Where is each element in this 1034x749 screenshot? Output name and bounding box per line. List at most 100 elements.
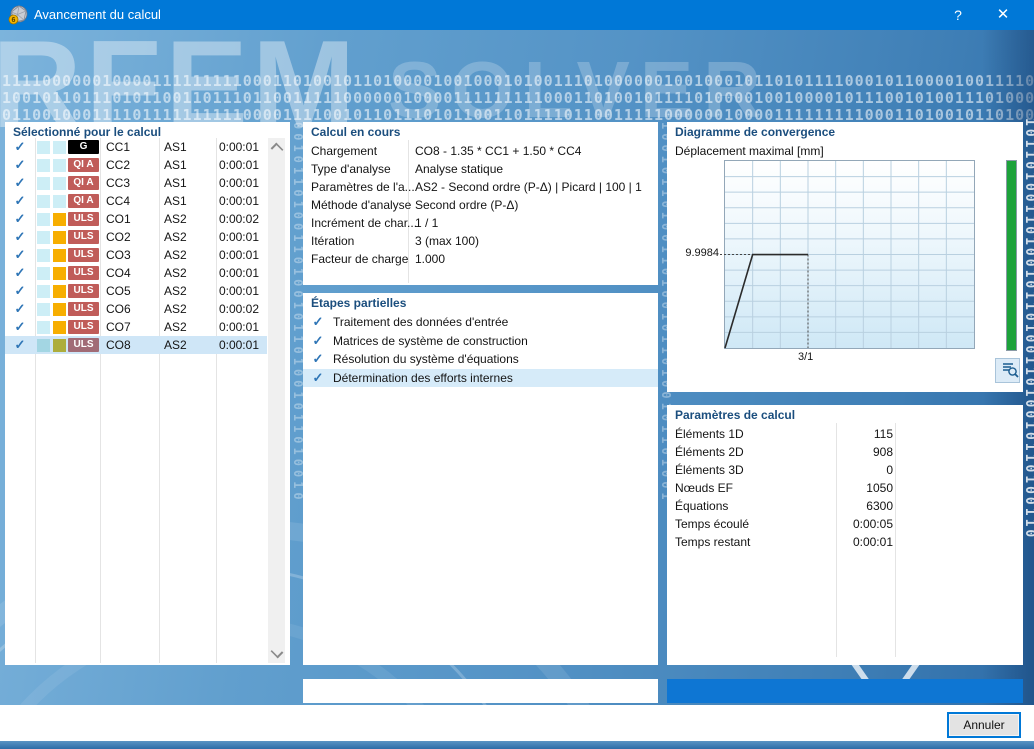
info-value: Analyse statique bbox=[415, 162, 504, 176]
parameter-value: 908 bbox=[872, 445, 893, 459]
step-label: Matrices de système de construction bbox=[333, 333, 528, 348]
list-row[interactable]: ✓ ULS CO5 AS2 0:00:01 bbox=[5, 282, 267, 300]
color-swatch bbox=[37, 285, 50, 298]
parameter-label: Temps restant bbox=[675, 535, 751, 549]
step-row: ✓ Détermination des efforts internes bbox=[303, 368, 658, 387]
list-row[interactable]: ✓ ULS CO2 AS2 0:00:01 bbox=[5, 228, 267, 246]
parameter-label: Temps écoulé bbox=[675, 517, 750, 531]
step-label: Résolution du système d'équations bbox=[333, 352, 519, 366]
analysis-setting: AS2 bbox=[164, 212, 187, 226]
elapsed-time: 0:00:01 bbox=[218, 194, 259, 208]
info-label: Type d'analyse bbox=[311, 162, 391, 176]
check-icon: ✓ bbox=[14, 229, 26, 244]
panel-title: Calcul en cours bbox=[311, 125, 401, 139]
case-name: CO6 bbox=[106, 302, 131, 316]
panel-title: Paramètres de calcul bbox=[675, 408, 796, 422]
list-row[interactable]: ✓ ULS CO8 AS2 0:00:01 bbox=[5, 336, 267, 354]
list-row[interactable]: ✓ ULS CO7 AS2 0:00:01 bbox=[5, 318, 267, 336]
analysis-setting: AS2 bbox=[164, 338, 187, 352]
case-name: CO3 bbox=[106, 248, 131, 262]
chevron-down-icon[interactable] bbox=[270, 645, 284, 659]
list-row[interactable]: ✓ QI A CC4 AS1 0:00:01 bbox=[5, 192, 267, 210]
list-row[interactable]: ✓ ULS CO6 AS2 0:00:02 bbox=[5, 300, 267, 318]
info-row: Incrément de char... 1 / 1 bbox=[303, 214, 658, 232]
elapsed-time: 0:00:02 bbox=[218, 302, 259, 316]
parameter-row: Temps restant 0:00:01 bbox=[667, 533, 1023, 551]
progress-fill bbox=[667, 679, 1023, 703]
load-type-badge: ULS bbox=[68, 212, 99, 226]
cancel-button[interactable]: Annuler bbox=[947, 712, 1021, 738]
close-button[interactable]: ✕ bbox=[983, 0, 1023, 30]
case-name: CC4 bbox=[106, 194, 131, 208]
color-swatch bbox=[37, 213, 50, 226]
panel-title: Sélectionné pour le calcul bbox=[13, 125, 162, 139]
color-swatch bbox=[37, 249, 50, 262]
list-row[interactable]: ✓ G CC1 AS1 0:00:01 bbox=[5, 138, 267, 156]
list-row[interactable]: ✓ ULS CO4 AS2 0:00:01 bbox=[5, 264, 267, 282]
list-row[interactable]: ✓ ULS CO1 AS2 0:00:02 bbox=[5, 210, 267, 228]
check-icon: ✓ bbox=[14, 139, 26, 154]
analysis-setting: AS1 bbox=[164, 140, 187, 154]
check-icon: ✓ bbox=[14, 301, 26, 316]
info-row: Chargement CO8 - 1.35 * CC1 + 1.50 * CC4 bbox=[303, 142, 658, 160]
current-calculation-panel: Calcul en cours Chargement CO8 - 1.35 * C… bbox=[303, 122, 658, 285]
parameter-label: Éléments 2D bbox=[675, 445, 744, 459]
check-icon: ✓ bbox=[312, 351, 324, 366]
parameter-value: 6300 bbox=[866, 499, 893, 513]
list-row[interactable]: ✓ QI A CC3 AS1 0:00:01 bbox=[5, 174, 267, 192]
parameter-value: 0:00:05 bbox=[852, 517, 893, 531]
info-value: 3 (max 100) bbox=[415, 234, 480, 248]
load-type-badge: G bbox=[68, 140, 99, 154]
check-icon: ✓ bbox=[14, 157, 26, 172]
chart-zoom-button[interactable] bbox=[995, 358, 1020, 383]
case-name: CC2 bbox=[106, 158, 131, 172]
color-swatch bbox=[53, 339, 66, 352]
load-type-badge: ULS bbox=[68, 266, 99, 280]
convergence-chart bbox=[720, 160, 975, 349]
color-swatch bbox=[53, 321, 66, 334]
load-type-badge: ULS bbox=[68, 230, 99, 244]
info-row: Facteur de charge 1.000 bbox=[303, 250, 658, 268]
check-icon: ✓ bbox=[14, 265, 26, 280]
list-row[interactable]: ✓ ULS CO3 AS2 0:00:01 bbox=[5, 246, 267, 264]
info-value: Second ordre (P-Δ) bbox=[415, 198, 519, 212]
help-button[interactable]: ? bbox=[938, 0, 978, 30]
check-icon: ✓ bbox=[312, 332, 324, 348]
analysis-setting: AS1 bbox=[164, 194, 187, 208]
elapsed-time: 0:00:01 bbox=[218, 338, 259, 352]
list-scrollbar[interactable] bbox=[268, 138, 285, 663]
elapsed-time: 0:00:01 bbox=[218, 176, 259, 190]
case-name: CC3 bbox=[106, 176, 131, 190]
elapsed-time: 0:00:01 bbox=[218, 266, 259, 280]
color-swatch bbox=[53, 159, 66, 172]
check-icon: ✓ bbox=[14, 337, 26, 352]
color-swatch bbox=[37, 195, 50, 208]
analysis-setting: AS1 bbox=[164, 176, 187, 190]
load-type-badge: ULS bbox=[68, 248, 99, 262]
panel-title: Étapes partielles bbox=[311, 296, 407, 310]
binary-column-right: 1011010011010010110100110100101101001101… bbox=[1022, 118, 1034, 538]
analysis-setting: AS1 bbox=[164, 158, 187, 172]
chart-y-axis-label: Déplacement maximal [mm] bbox=[675, 144, 824, 158]
window-title: Avancement du calcul bbox=[34, 7, 161, 22]
chevron-up-icon[interactable] bbox=[270, 142, 284, 156]
load-type-badge: ULS bbox=[68, 284, 99, 298]
info-label: Itération bbox=[311, 234, 355, 248]
chart-x-tick: 3/1 bbox=[798, 351, 814, 363]
elapsed-time: 0:00:02 bbox=[218, 212, 259, 226]
info-value: CO8 - 1.35 * CC1 + 1.50 * CC4 bbox=[415, 144, 582, 158]
step-label: Traitement des données d'entrée bbox=[333, 315, 509, 329]
elapsed-time: 0:00:01 bbox=[218, 158, 259, 172]
check-icon: ✓ bbox=[312, 369, 324, 385]
color-swatch bbox=[37, 159, 50, 172]
title-bar: 6 Avancement du calcul ? ✕ bbox=[0, 0, 1034, 30]
info-row: Type d'analyse Analyse statique bbox=[303, 160, 658, 178]
parameter-value: 1050 bbox=[866, 481, 893, 495]
load-type-badge: ULS bbox=[68, 302, 99, 316]
analysis-setting: AS2 bbox=[164, 248, 187, 262]
step-label: Détermination des efforts internes bbox=[333, 370, 513, 385]
info-value: AS2 - Second ordre (P-Δ) | Picard | 100 … bbox=[415, 180, 642, 194]
color-swatch bbox=[53, 141, 66, 154]
chart-y-annotation: 9.9984 bbox=[685, 246, 719, 259]
list-row[interactable]: ✓ QI A CC2 AS1 0:00:01 bbox=[5, 156, 267, 174]
